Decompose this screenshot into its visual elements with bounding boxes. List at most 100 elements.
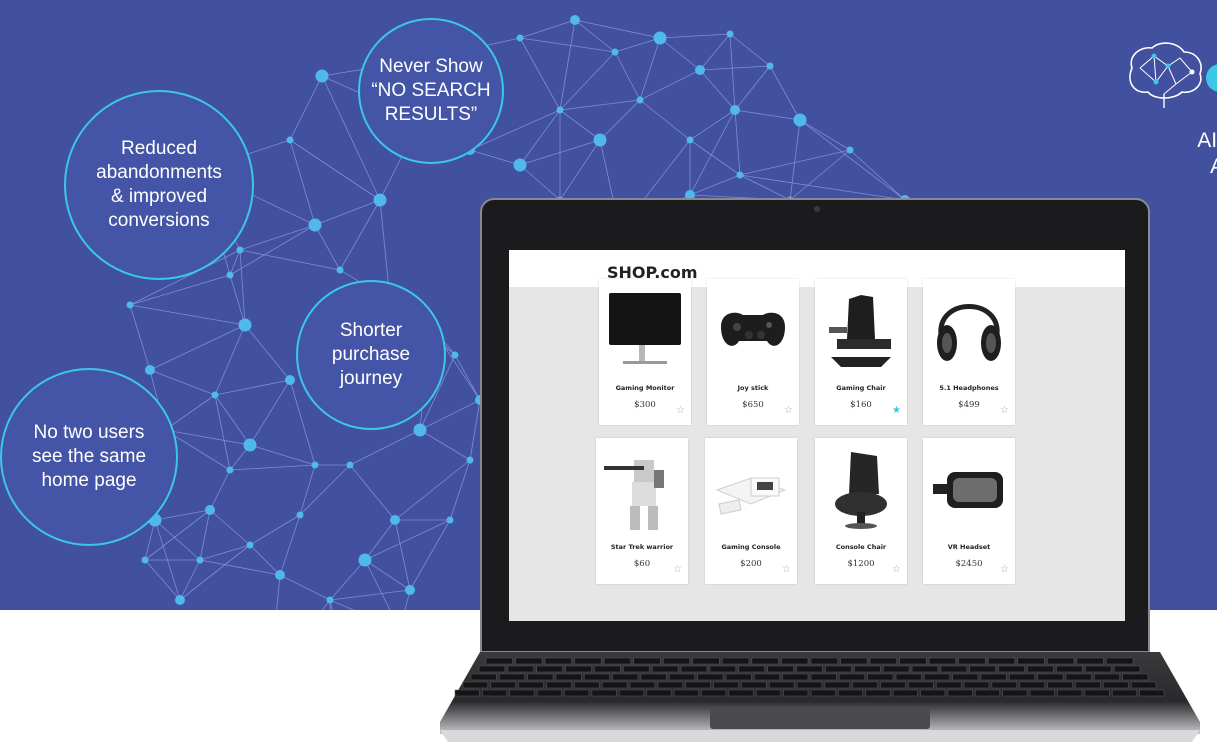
keyboard-key [767, 665, 794, 673]
network-node [238, 318, 252, 332]
keyboard-key [768, 681, 795, 689]
favorite-star-icon[interactable]: ☆ [1000, 564, 1009, 575]
keyboard-key [527, 673, 554, 681]
keyboard-key [783, 689, 809, 697]
network-link [739, 149, 851, 176]
keyboard-key [478, 665, 506, 673]
product-card[interactable]: 5.1 Headphones $499 ☆ [923, 279, 1015, 425]
network-link [279, 574, 331, 601]
network-link [289, 139, 316, 226]
brain-icon [1129, 42, 1217, 108]
network-node [636, 96, 644, 104]
network-link [249, 379, 291, 446]
network-link [364, 559, 411, 591]
keyboard-key [865, 689, 891, 697]
keyboard-key [1002, 689, 1028, 697]
keyboard-key [640, 673, 667, 681]
console-chair-image [835, 452, 887, 529]
keyboard-key [810, 657, 838, 665]
favorite-star-icon[interactable]: ☆ [784, 405, 793, 416]
feature-bubble-shorter-journey: Shorter purchase journey [296, 280, 446, 430]
network-link [419, 399, 481, 431]
network-link [149, 324, 246, 371]
favorite-star-icon[interactable]: ☆ [673, 564, 682, 575]
network-node [593, 133, 607, 147]
favorite-star-icon[interactable]: ☆ [892, 564, 901, 575]
network-link [279, 514, 301, 576]
network-link [164, 394, 216, 431]
keyboard-key [709, 665, 737, 673]
network-node [308, 218, 322, 232]
network-link [229, 249, 241, 276]
product-card[interactable]: Gaming Chair $160 ★ [815, 279, 907, 425]
network-node [246, 541, 254, 549]
keyboard-key [852, 681, 878, 689]
favorite-star-icon[interactable]: ☆ [676, 405, 685, 416]
favorite-star-icon[interactable]: ★ [892, 405, 901, 416]
keyboard-key [574, 657, 602, 665]
product-card[interactable]: Star Trek warrior $60 ☆ [596, 438, 688, 584]
product-card[interactable]: VR Headset $2450 ☆ [923, 438, 1015, 584]
network-node [336, 266, 344, 274]
network-link [689, 109, 736, 141]
keyboard-key [555, 673, 582, 681]
network-link [244, 324, 291, 381]
keyboard-key [963, 681, 990, 689]
network-node [653, 31, 667, 45]
network-link [449, 459, 471, 521]
network-link [699, 33, 731, 71]
favorite-star-icon[interactable]: ☆ [1000, 405, 1009, 416]
network-link [154, 509, 211, 521]
product-name: VR Headset [947, 543, 991, 551]
keyboard-key [840, 657, 868, 665]
product-card[interactable]: Console Chair $1200 ☆ [815, 438, 907, 584]
keyboard-key [838, 689, 864, 697]
product-card[interactable]: Gaming Monitor $300 ☆ [599, 279, 691, 425]
network-node [175, 595, 185, 605]
network-link [179, 544, 251, 601]
network-link [639, 69, 701, 101]
keyboard-key [612, 673, 639, 681]
network-node [346, 461, 354, 469]
network-node [451, 351, 459, 359]
keyboard-key [1029, 689, 1055, 697]
keyboard-key [594, 665, 621, 673]
network-link [239, 249, 246, 326]
keyboard-key [462, 681, 489, 689]
keyboard-key [1019, 681, 1045, 689]
keyboard-key [490, 681, 516, 689]
network-link [199, 544, 251, 561]
network-link [364, 519, 451, 561]
keyboard-key [646, 689, 672, 697]
network-node [846, 146, 854, 154]
network-link [419, 429, 471, 461]
network-link [276, 574, 281, 610]
network-node [513, 158, 527, 172]
keyboard-key [1065, 673, 1092, 681]
keyboard-key [629, 681, 656, 689]
keyboard-key [564, 689, 590, 697]
keyboard-key [980, 673, 1007, 681]
favorite-star-icon[interactable]: ☆ [782, 564, 791, 575]
keyboard-key [515, 657, 543, 665]
keyboard-key [920, 689, 946, 697]
keyboard-key [507, 665, 534, 673]
feature-bubble-reduced-abandonments: Reduced abandonments & improved conversi… [64, 90, 254, 280]
network-node [686, 136, 694, 144]
product-card[interactable]: Gaming Console $200 ☆ [705, 438, 797, 584]
network-node [736, 171, 744, 179]
network-link [129, 304, 151, 371]
keyboard-key [728, 689, 754, 697]
keyboard-key [1122, 673, 1149, 681]
network-link [729, 33, 771, 67]
keyboard-key [685, 681, 711, 689]
product-card[interactable]: Joy stick $650 ☆ [707, 279, 799, 425]
keyboard-key [536, 689, 562, 697]
keyboard-key [509, 689, 535, 697]
keyboard-key [751, 657, 779, 665]
network-link [249, 444, 316, 466]
keyboard-key [499, 673, 525, 681]
network-link [179, 559, 201, 601]
keyboard-key [928, 657, 956, 665]
network-link [394, 459, 471, 521]
